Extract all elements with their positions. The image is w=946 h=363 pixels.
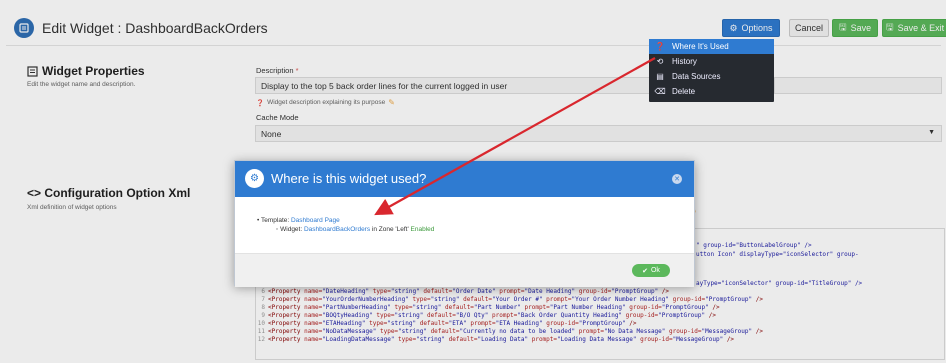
annotation-arrow <box>374 57 656 216</box>
